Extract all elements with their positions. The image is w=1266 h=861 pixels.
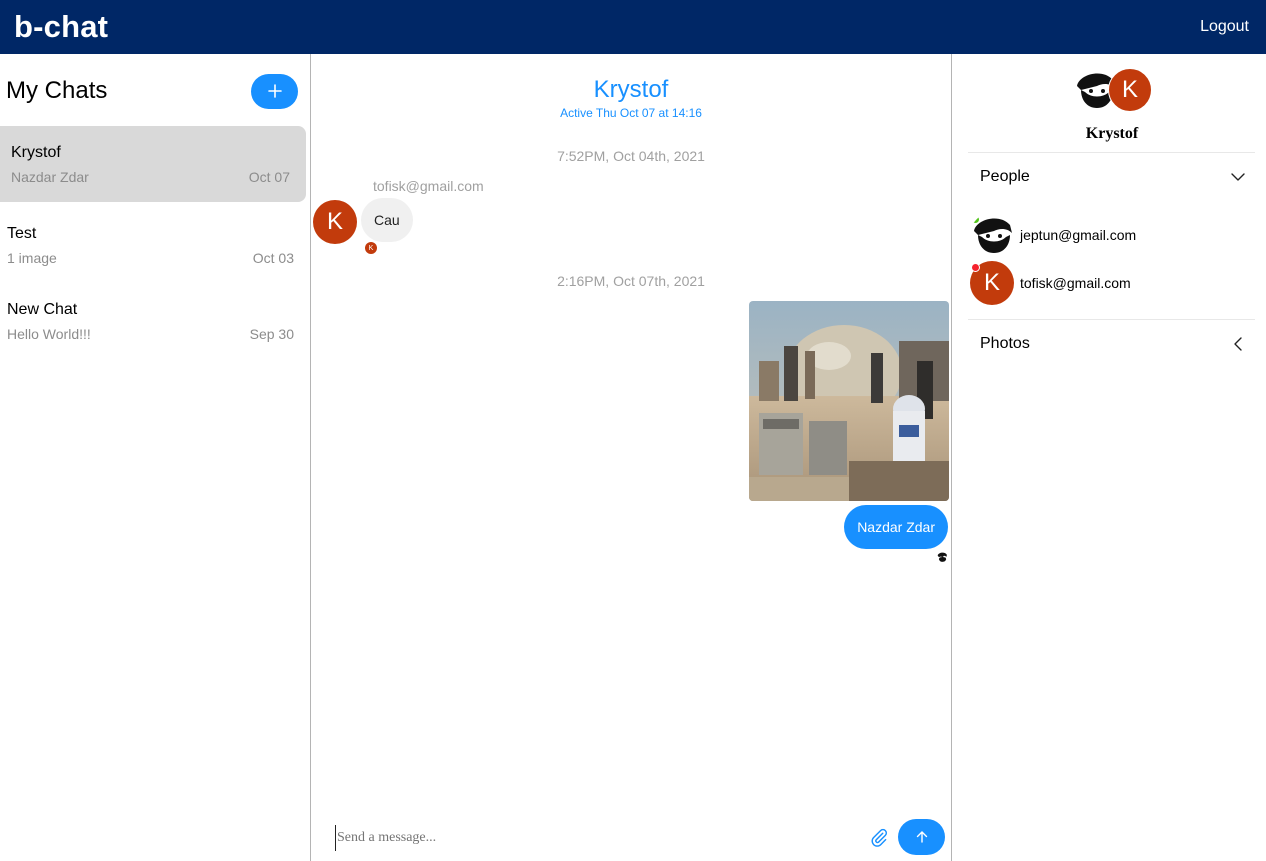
person-item-tofisk[interactable]: K tofisk@gmail.com [970, 261, 1131, 305]
outgoing-message: Nazdar Zdar [844, 505, 948, 549]
message-timestamp: 2:16PM, Oct 07th, 2021 [557, 273, 705, 289]
logout-button[interactable]: Logout [1200, 18, 1249, 36]
chat-item-name: New Chat [7, 301, 78, 318]
chat-item-new-chat[interactable]: New Chat Hello World!!! Sep 30 [0, 282, 306, 358]
top-bar: b-chat Logout [0, 0, 1266, 54]
conversation-status: Active Thu Oct 07 at 14:16 [560, 106, 702, 120]
chat-item-test[interactable]: Test 1 image Oct 03 [0, 206, 306, 282]
person-email: tofisk@gmail.com [1020, 275, 1131, 291]
person-avatar-letter: K [983, 269, 1000, 296]
online-status-dot [971, 215, 980, 224]
incoming-message: Cau [361, 198, 413, 242]
group-name: Krystof [1085, 125, 1139, 142]
conversation-panel: Krystof Active Thu Oct 07 at 14:16 7:52P… [311, 54, 952, 861]
chat-item-krystof[interactable]: Krystof Nazdar Zdar Oct 07 [0, 126, 306, 202]
person-avatar [970, 213, 1014, 257]
read-receipt-face-icon [936, 550, 948, 562]
arrow-up-icon [916, 831, 927, 843]
new-chat-button[interactable] [251, 73, 298, 109]
chat-item-date: Oct 03 [252, 250, 294, 266]
chat-item-preview: 1 image [7, 250, 57, 266]
conversation-title: Krystof [593, 76, 669, 103]
message-input[interactable] [335, 825, 855, 851]
chat-item-name: Test [7, 225, 37, 242]
divider [968, 152, 1255, 153]
message-photo[interactable] [749, 301, 949, 501]
person-email: jeptun@gmail.com [1020, 227, 1137, 243]
chat-item-date: Oct 07 [248, 169, 290, 185]
chat-item-preview: Nazdar Zdar [11, 169, 89, 185]
person-item-jeptun[interactable]: jeptun@gmail.com [970, 213, 1136, 257]
app-logo: b-chat [14, 9, 109, 44]
message-timestamp: 7:52PM, Oct 04th, 2021 [557, 148, 705, 164]
people-section-toggle[interactable]: People [980, 165, 1246, 189]
person-avatar: K [970, 261, 1014, 305]
chat-item-name: Krystof [11, 144, 61, 161]
photos-section-toggle[interactable]: Photos [980, 332, 1246, 356]
people-section-title: People [980, 168, 1030, 185]
chat-list-panel: My Chats Krystof Nazdar Zdar Oct 07 Test… [0, 54, 311, 861]
chat-list-header: My Chats [6, 70, 298, 112]
offline-status-dot [971, 263, 980, 272]
chevron-down-icon [1231, 173, 1245, 181]
sender-avatar: K [313, 200, 357, 244]
chat-details-panel: K Krystof People jeptun@gmail.com K tofi… [952, 54, 1266, 861]
message-composer [311, 815, 951, 861]
chat-item-preview: Hello World!!! [7, 326, 91, 342]
send-button[interactable] [898, 819, 945, 855]
chat-item-date: Sep 30 [249, 326, 294, 342]
message-sender: tofisk@gmail.com [373, 178, 484, 194]
chat-list-title: My Chats [6, 77, 108, 104]
paperclip-icon[interactable] [869, 827, 889, 847]
plus-icon [267, 84, 282, 98]
divider [968, 319, 1255, 320]
photo-image [749, 301, 949, 501]
chevron-left-icon [1234, 337, 1242, 351]
group-avatar-letter: K [1108, 68, 1152, 112]
photos-section-title: Photos [980, 335, 1030, 352]
read-receipt-avatar: K [365, 242, 377, 254]
